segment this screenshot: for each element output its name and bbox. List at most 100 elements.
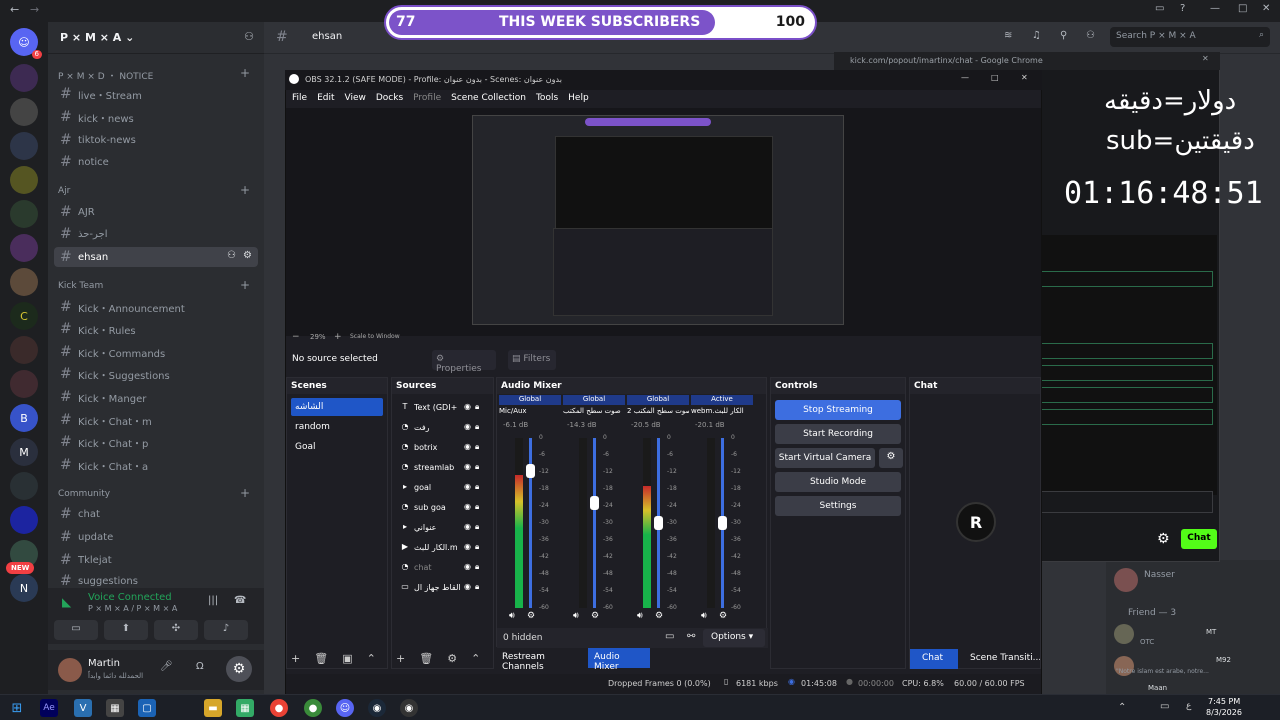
discord-home-icon[interactable]: ☺ 6 [10, 28, 42, 59]
avatar[interactable] [1114, 568, 1138, 592]
speaker-icon[interactable]: 🔊︎ [573, 612, 579, 621]
add-scene-icon[interactable]: + [291, 652, 300, 665]
channel-settings-icon[interactable]: ⚙ [243, 251, 252, 261]
server-icon[interactable] [10, 64, 38, 92]
lock-icon[interactable]: 🔒︎ [475, 463, 479, 471]
mixer-channel-options-icon[interactable]: ⚙ [719, 612, 727, 621]
menu-item[interactable]: Docks [376, 93, 403, 105]
volume-fader-handle[interactable] [654, 516, 663, 531]
channel-item[interactable]: # AJR [54, 202, 258, 222]
visibility-eye-icon[interactable]: ◉ [464, 463, 471, 471]
channel-item[interactable]: # Tklejat [54, 550, 258, 570]
visual-studio-icon[interactable]: V [74, 699, 92, 717]
mixer-channel-options-icon[interactable]: ⚙ [591, 612, 599, 621]
discord-icon[interactable]: ☺ [336, 699, 354, 717]
channel-item[interactable]: # update [54, 527, 258, 547]
source-item[interactable]: T Text (GDI+ ◉ 🔒︎ [396, 398, 489, 416]
lock-icon[interactable]: 🔒︎ [475, 583, 479, 591]
lock-icon[interactable]: 🔒︎ [475, 523, 479, 531]
obs-icon[interactable]: ◉ [400, 699, 418, 717]
bell-icon[interactable]: ♫ [1032, 31, 1041, 41]
guild-header[interactable]: P × M × A ⌄ ⚇ [48, 22, 264, 54]
channel-item[interactable]: # Kick・Manger [54, 387, 258, 407]
channel-item[interactable]: # Kick・Chat・p [54, 432, 258, 452]
lock-icon[interactable]: 🔒︎ [475, 503, 479, 511]
visibility-eye-icon[interactable]: ◉ [464, 563, 471, 571]
mixer-source-select[interactable]: Mic/Aux [499, 407, 561, 415]
properties-button[interactable]: ⚙ Properties [432, 350, 496, 374]
add-channel-icon[interactable]: + [240, 183, 250, 197]
member-name[interactable]: Maan [1148, 684, 1167, 692]
voice-location[interactable]: P × M × A / P × M × A [88, 604, 177, 613]
visibility-eye-icon[interactable]: ◉ [464, 443, 471, 451]
soundboard-button[interactable]: ♪ [204, 620, 248, 640]
headphones-icon[interactable]: Ω [196, 662, 204, 672]
inbox-icon[interactable]: ▭ [1155, 4, 1164, 14]
channel-item[interactable]: # Kick・Announcement [54, 297, 258, 317]
channel-item[interactable]: # tiktok-news [54, 130, 258, 150]
settings-gear-button[interactable]: ⚙ [226, 656, 252, 682]
lock-icon[interactable]: 🔒︎ [475, 563, 479, 571]
channel-item[interactable]: # live・Stream [54, 84, 258, 104]
volume-fader-handle[interactable] [526, 463, 535, 478]
channel-item[interactable]: # ehsan ⚇ ⚙ [54, 247, 258, 267]
server-icon[interactable]: B [10, 404, 38, 432]
close-icon[interactable]: ✕ [1021, 74, 1028, 82]
member-name[interactable]: Nasser [1144, 570, 1175, 580]
lock-icon[interactable]: 🔒︎ [475, 443, 479, 451]
add-channel-icon[interactable]: + [240, 278, 250, 292]
server-icon[interactable] [10, 506, 38, 534]
windows-start-icon[interactable]: ⊞ [8, 699, 26, 717]
mixer-link-icon[interactable]: ⚯ [687, 632, 695, 642]
server-icon[interactable] [10, 336, 38, 364]
member-name[interactable]: MT [1206, 628, 1216, 636]
server-icon[interactable] [10, 234, 38, 262]
channel-item[interactable]: # Kick・Chat・a [54, 455, 258, 475]
invite-icon[interactable]: ⚇ [227, 251, 236, 261]
server-icon[interactable] [10, 200, 38, 228]
scale-mode[interactable]: Scale to Window [350, 333, 400, 340]
zoom-plus[interactable]: + [334, 332, 342, 342]
tray-chevron-icon[interactable]: ⌃ [1118, 703, 1126, 713]
app-icon[interactable]: ▦ [236, 699, 254, 717]
activities-button[interactable]: ✣ [154, 620, 198, 640]
mixer-layout-icon[interactable]: ▭ [665, 632, 674, 642]
server-icon[interactable] [10, 268, 38, 296]
after-effects-icon[interactable]: Ae [40, 699, 58, 717]
scene-item[interactable]: random [291, 418, 383, 436]
source-item[interactable]: ▸ goal ◉ 🔒︎ [396, 478, 489, 496]
menu-item[interactable]: Profile [413, 93, 441, 105]
search-input[interactable]: Search P × M × A ⌕ [1110, 27, 1270, 47]
channel-item[interactable]: # اجر-حذ [54, 224, 258, 244]
scene-item[interactable]: Goal [291, 438, 383, 456]
zoom-minus[interactable]: − [292, 332, 300, 342]
mixer-source-select[interactable]: webm.الكار للبث [691, 407, 753, 415]
server-icon[interactable] [10, 472, 38, 500]
virtual-camera-settings-button[interactable]: ⚙ [879, 448, 903, 468]
source-item[interactable]: ◔ sub goa ◉ 🔒︎ [396, 498, 489, 516]
disconnect-icon[interactable]: ☎ [234, 596, 246, 606]
source-item[interactable]: ▶ الكار للبث.m ◉ 🔒︎ [396, 538, 489, 556]
soundboard-icon[interactable]: ||| [208, 596, 218, 606]
app-icon[interactable]: ▢ [138, 699, 156, 717]
maximize-icon[interactable]: □ [1238, 4, 1247, 14]
visibility-eye-icon[interactable]: ◉ [464, 483, 471, 491]
mixer-source-select[interactable]: صوت سطح المكتب [563, 407, 625, 415]
source-item[interactable]: ▭ القاط جهاز ال ◉ 🔒︎ [396, 578, 489, 596]
source-item[interactable]: ◔ رفت ◉ 🔒︎ [396, 418, 489, 436]
mixer-source-select[interactable]: صوت سطح المكتب 2 [627, 407, 689, 415]
server-icon[interactable]: C [10, 302, 38, 330]
control-button[interactable]: Start Virtual Camera [775, 448, 875, 468]
video-button[interactable]: ▭ [54, 620, 98, 640]
server-icon[interactable]: N [10, 574, 38, 602]
calculator-icon[interactable]: ▦ [106, 699, 124, 717]
close-icon[interactable]: ✕ [1262, 4, 1270, 14]
restream-tab[interactable]: Restream Channels [496, 648, 584, 672]
clock-time[interactable]: 7:45 PM [1208, 697, 1240, 706]
back-arrow-icon[interactable]: ← [10, 4, 19, 15]
minimize-icon[interactable]: — [961, 74, 969, 82]
visibility-eye-icon[interactable]: ◉ [464, 583, 471, 591]
remove-source-icon[interactable]: 🗑︎ [419, 652, 433, 665]
microphone-icon[interactable]: 🎤︎ [160, 662, 173, 672]
mixer-options-button[interactable]: Options ▾ [703, 629, 765, 647]
